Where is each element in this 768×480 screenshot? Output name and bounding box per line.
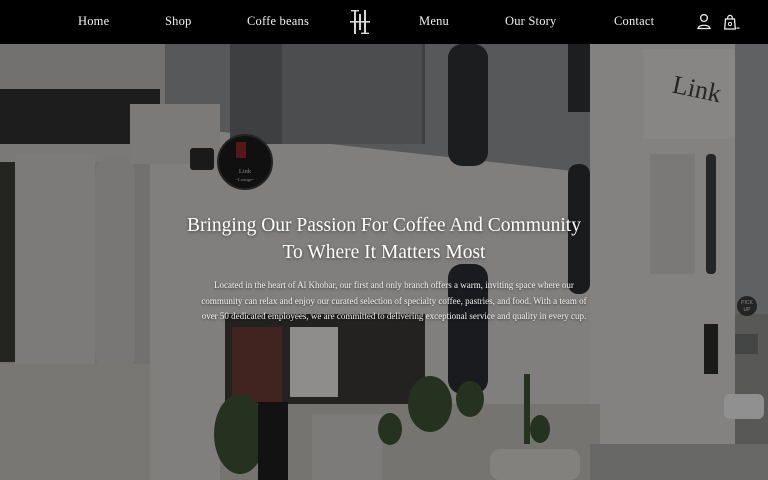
hero-description: Located in the heart of Al Khobar, our f…: [201, 280, 587, 321]
shopping-bag-icon[interactable]: [721, 13, 741, 30]
account-icon[interactable]: [696, 13, 712, 30]
hero-heading: Bringing Our Passion For Coffee And Comm…: [187, 215, 581, 263]
brand-logo[interactable]: [348, 9, 372, 35]
nav-our-story[interactable]: Our Story: [505, 14, 556, 29]
nav-contact[interactable]: Contact: [614, 14, 654, 29]
nav-shop[interactable]: Shop: [165, 14, 192, 29]
brand-logo-icon: [350, 10, 370, 34]
top-navbar: Home Shop Coffe beans Menu Our Story Con…: [0, 0, 768, 44]
nav-coffee-beans[interactable]: Coffe beans: [247, 14, 309, 29]
nav-home[interactable]: Home: [78, 14, 109, 29]
nav-menu[interactable]: Menu: [419, 14, 449, 29]
hero-section: Link Link ~Lounge~ PICK UP Bringing Our …: [0, 44, 768, 480]
